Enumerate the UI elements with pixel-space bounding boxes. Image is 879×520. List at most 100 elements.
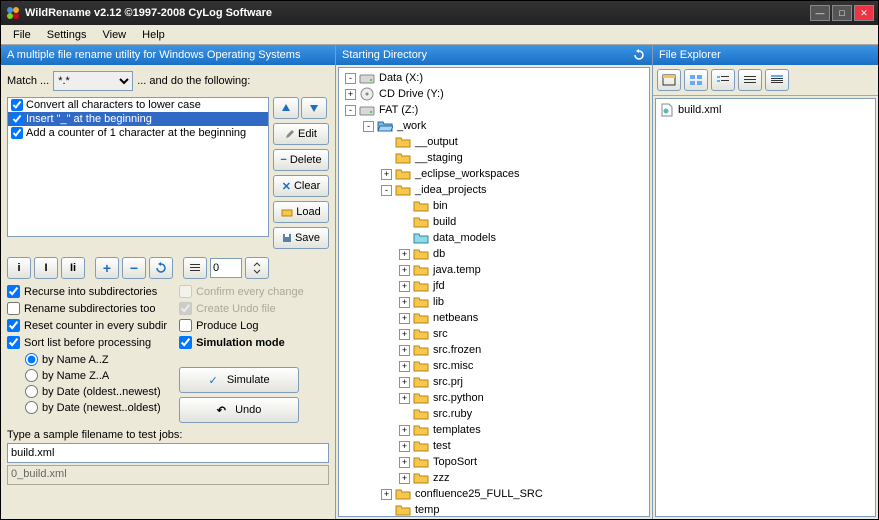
tree-label[interactable]: confluence25_FULL_SRC (414, 488, 544, 500)
tree-item[interactable]: - _work (341, 118, 647, 134)
tree-expander[interactable]: + (399, 265, 410, 276)
tree-label[interactable]: TopoSort (432, 456, 478, 468)
tree-label[interactable]: bin (432, 200, 449, 212)
sample-input[interactable] (7, 443, 329, 463)
tree-label[interactable]: _work (396, 120, 427, 132)
tree-item[interactable]: +CD Drive (Y:) (341, 86, 647, 102)
tree-expander[interactable]: - (345, 105, 356, 116)
jobs-list[interactable]: Convert all characters to lower caseInse… (7, 97, 269, 237)
undo-button[interactable]: ↶ Undo (179, 397, 299, 423)
simulate-button[interactable]: ✓ Simulate (179, 367, 299, 393)
tree-item[interactable]: __output (341, 134, 647, 150)
tree-label[interactable]: jfd (432, 280, 446, 292)
list-button[interactable] (183, 257, 207, 279)
tree-label[interactable]: src.misc (432, 360, 474, 372)
tree-expander[interactable]: + (345, 89, 356, 100)
fe-view3-button[interactable] (711, 69, 735, 91)
tree-item[interactable]: +templates (341, 422, 647, 438)
tree-expander[interactable]: + (399, 441, 410, 452)
file-item[interactable]: build.xml (659, 102, 872, 118)
tree-item[interactable]: src.ruby (341, 406, 647, 422)
tree-item[interactable]: + zzz (341, 470, 647, 486)
edit-button[interactable]: Edit (273, 123, 329, 145)
tree-label[interactable]: src.python (432, 392, 485, 404)
tree-expander[interactable]: - (363, 121, 374, 132)
tree-label[interactable]: temp (414, 504, 440, 516)
tree-label[interactable]: src (432, 328, 449, 340)
match-select[interactable]: *.* (53, 71, 133, 91)
tree-item[interactable]: -_idea_projects (341, 182, 647, 198)
tree-expander[interactable]: + (381, 169, 392, 180)
produce-log-checkbox[interactable]: Produce Log (179, 319, 304, 332)
tree-label[interactable]: java.temp (432, 264, 482, 276)
add-button[interactable]: + (95, 257, 119, 279)
tree-expander[interactable]: + (399, 457, 410, 468)
tree-item[interactable]: + src.prj (341, 374, 647, 390)
tree-item[interactable]: + java.temp (341, 262, 647, 278)
tree-label[interactable]: _eclipse_workspaces (414, 168, 521, 180)
clear-button[interactable]: ✕Clear (273, 175, 329, 197)
sort-date-new-radio[interactable]: by Date (newest..oldest) (25, 401, 167, 414)
counter-stepper[interactable] (245, 257, 269, 279)
refresh-icon[interactable] (632, 48, 646, 62)
reset-button[interactable] (149, 257, 173, 279)
tree-expander[interactable]: - (345, 73, 356, 84)
close-button[interactable]: ✕ (854, 5, 874, 21)
tree-expander[interactable]: + (399, 281, 410, 292)
sort-name-za-radio[interactable]: by Name Z..A (25, 369, 167, 382)
tree-label[interactable]: src.ruby (432, 408, 473, 420)
job-item[interactable]: Insert "_" at the beginning (8, 112, 268, 126)
tree-label[interactable]: __output (414, 136, 459, 148)
tree-item[interactable]: __staging (341, 150, 647, 166)
tree-expander[interactable]: + (399, 297, 410, 308)
tree-item[interactable]: + src (341, 326, 647, 342)
tree-label[interactable]: netbeans (432, 312, 479, 324)
tree-label[interactable]: src.frozen (432, 344, 482, 356)
info-ii-button[interactable]: Ii (61, 257, 85, 279)
tree-label[interactable]: zzz (432, 472, 451, 484)
directory-tree[interactable]: -Data (X:)+CD Drive (Y:)-FAT (Z:)-_work_… (338, 67, 650, 517)
tree-item[interactable]: + jfd (341, 278, 647, 294)
minimize-button[interactable]: — (810, 5, 830, 21)
menu-view[interactable]: View (94, 27, 134, 43)
reset-counter-checkbox[interactable]: Reset counter in every subdir (7, 319, 167, 332)
job-item[interactable]: Add a counter of 1 character at the begi… (8, 126, 268, 140)
rename-subdirs-checkbox[interactable]: Rename subdirectories too (7, 302, 167, 315)
move-up-button[interactable] (273, 97, 299, 119)
counter-input[interactable] (210, 258, 242, 278)
tree-label[interactable]: __staging (414, 152, 464, 164)
tree-label[interactable]: src.prj (432, 376, 464, 388)
menu-file[interactable]: File (5, 27, 39, 43)
info-cap-i-button[interactable]: I (34, 257, 58, 279)
tree-expander[interactable]: + (399, 249, 410, 260)
tree-label[interactable]: _idea_projects (414, 184, 488, 196)
tree-item[interactable]: bin (341, 198, 647, 214)
tree-item[interactable]: +src.frozen (341, 342, 647, 358)
tree-label[interactable]: Data (X:) (378, 72, 424, 84)
tree-item[interactable]: + _eclipse_workspaces (341, 166, 647, 182)
tree-item[interactable]: +src.python (341, 390, 647, 406)
tree-item[interactable]: data_models (341, 230, 647, 246)
tree-item[interactable]: + TopoSort (341, 454, 647, 470)
fe-view4-button[interactable] (738, 69, 762, 91)
move-down-button[interactable] (301, 97, 327, 119)
tree-item[interactable]: -FAT (Z:) (341, 102, 647, 118)
tree-expander[interactable]: + (399, 473, 410, 484)
tree-label[interactable]: db (432, 248, 446, 260)
job-item[interactable]: Convert all characters to lower case (8, 98, 268, 112)
tree-expander[interactable]: + (399, 377, 410, 388)
tree-item[interactable]: - Data (X:) (341, 70, 647, 86)
remove-button[interactable]: − (122, 257, 146, 279)
tree-expander[interactable]: + (399, 313, 410, 324)
load-button[interactable]: Load (273, 201, 329, 223)
tree-item[interactable]: +src.misc (341, 358, 647, 374)
info-i-button[interactable]: i (7, 257, 31, 279)
tree-expander[interactable]: + (399, 329, 410, 340)
tree-item[interactable]: + netbeans (341, 310, 647, 326)
tree-expander[interactable]: + (381, 489, 392, 500)
delete-button[interactable]: −Delete (273, 149, 329, 171)
tree-item[interactable]: + db (341, 246, 647, 262)
maximize-button[interactable]: □ (832, 5, 852, 21)
fe-view1-button[interactable] (657, 69, 681, 91)
recurse-checkbox[interactable]: Recurse into subdirectories (7, 285, 167, 298)
